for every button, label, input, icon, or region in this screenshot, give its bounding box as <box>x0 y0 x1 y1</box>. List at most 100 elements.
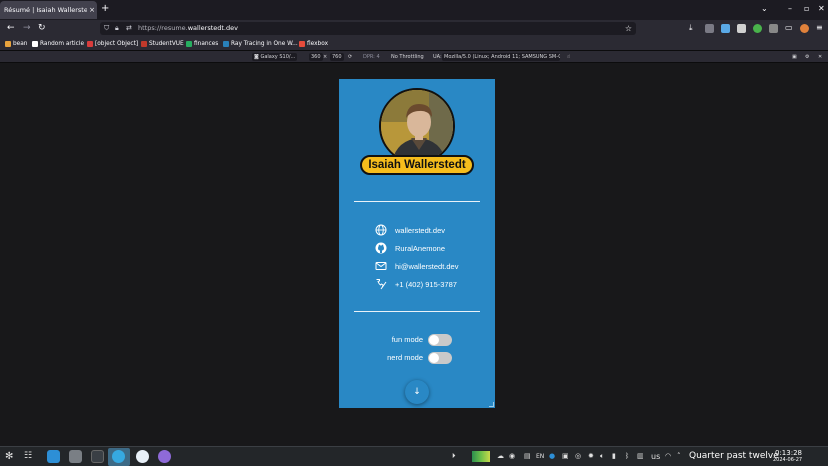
screenshot-icon[interactable]: ▣ <box>792 53 797 61</box>
contact-github[interactable]: RuralAnemone <box>375 242 445 254</box>
bookmark-object-object[interactable]: [object Object] <box>87 39 138 49</box>
full-name: Isaiah Wallerstedt <box>368 159 466 171</box>
menu-icon[interactable]: ≡ <box>816 23 825 32</box>
bookmark-favicon-icon <box>32 41 38 47</box>
tab-list-chevron-icon[interactable]: ⌄ <box>761 3 768 15</box>
browser-app-icon[interactable] <box>112 450 125 463</box>
page-viewport: Isaiah Wallerstedt wallerstedt.dev Rural… <box>0 63 828 446</box>
scroll-down-button[interactable]: ↓ <box>405 380 429 404</box>
rotate-icon[interactable]: ⟳ <box>348 53 352 61</box>
dpr-selector[interactable]: DPR: 4 <box>363 53 380 61</box>
bluetooth-icon[interactable]: ᛒ <box>625 450 629 463</box>
viewport-width-input[interactable]: 360 <box>309 53 323 61</box>
bookmark-studentvue[interactable]: StudentVUE <box>141 39 184 49</box>
resize-handle-icon[interactable] <box>489 402 494 407</box>
notifications-icon[interactable]: ▥ <box>637 450 644 463</box>
media-play-icon[interactable]: ⏵ <box>452 450 456 463</box>
clock-time[interactable]: 0:13:28 <box>775 450 802 457</box>
app-icon[interactable] <box>69 450 82 463</box>
app-launcher-icon[interactable]: ✻ <box>5 450 13 463</box>
website-link[interactable]: wallerstedt.dev <box>395 226 445 235</box>
user-agent-input[interactable]: Mozilla/5.0 (Linux; Android 11; SAMSUNG … <box>442 53 560 61</box>
sidebar-icon[interactable]: ▭ <box>785 23 794 32</box>
device-selector[interactable]: ◙ Galaxy S10/... <box>252 53 298 61</box>
language-indicator[interactable]: EN <box>536 450 544 463</box>
fun-mode-toggle[interactable] <box>428 334 452 346</box>
contact-website[interactable]: wallerstedt.dev <box>375 224 445 236</box>
phone-icon <box>376 279 387 290</box>
extension-icon[interactable] <box>769 24 778 33</box>
extension-icon[interactable] <box>721 24 730 33</box>
ua-label: UA: <box>433 54 442 60</box>
contact-phone[interactable]: +1 (402) 915-3787 <box>375 278 457 290</box>
profile-photo <box>379 88 455 164</box>
tab-resume[interactable]: Résumé | Isaiah Wallerstedt × <box>0 1 97 19</box>
forward-arrow-icon[interactable]: → <box>23 21 31 35</box>
tray-expand-icon[interactable]: ˄ <box>677 450 681 463</box>
times-icon: × <box>323 54 328 60</box>
extension-icon[interactable] <box>737 24 746 33</box>
clipboard-icon[interactable]: ▤ <box>524 450 531 463</box>
settings-gear-icon[interactable]: ⚙ <box>805 53 809 61</box>
url-bar[interactable]: ⛉ 🔒︎ ⇄ https://resume.wallerstedt.dev ☆ <box>100 22 636 35</box>
taskbar: ✻ ☷ ⏵ ☁ ◉ ▤ EN ● ▣ ◎ ✹ 🔈︎ ▮ ᛒ ▥ us ◠ ˄ Q… <box>0 446 828 466</box>
url-text[interactable]: https://resume.wallerstedt.dev <box>138 22 238 35</box>
touch-simulation-icon[interactable]: ☝ <box>567 53 570 61</box>
viewport-height-input[interactable]: 760 <box>330 53 344 61</box>
contact-email[interactable]: hi@wallerstedt.dev <box>375 260 458 272</box>
permissions-icon[interactable]: ⇄ <box>126 22 132 35</box>
close-window-icon[interactable]: ✕ <box>818 3 825 15</box>
tab-strip: Résumé | Isaiah Wallerstedt × + ⌄ – ▫ ✕ <box>0 0 828 20</box>
clock-date[interactable]: 2024-06-27 <box>773 457 802 463</box>
bookmark-finances[interactable]: finances <box>186 39 218 49</box>
bookmark-random-article[interactable]: Random article <box>32 39 84 49</box>
nerd-mode-label: nerd mode <box>387 353 423 362</box>
divider <box>354 311 480 312</box>
battery-icon[interactable]: ▮ <box>612 450 616 463</box>
profile-avatar-icon[interactable] <box>800 24 809 33</box>
app-icon[interactable] <box>136 450 149 463</box>
lock-icon[interactable]: 🔒︎ <box>115 22 119 35</box>
storage-icon[interactable]: ▣ <box>562 450 569 463</box>
close-responsive-icon[interactable]: ✕ <box>818 53 822 61</box>
fuzzy-clock[interactable]: Quarter past twelve <box>689 450 779 463</box>
brightness-icon[interactable]: ✹ <box>588 450 594 463</box>
bookmark-favicon-icon <box>186 41 192 47</box>
nerd-mode-toggle[interactable] <box>428 352 452 364</box>
bookmark-bean[interactable]: bean <box>5 39 27 49</box>
discord-icon[interactable]: ◉ <box>509 450 515 463</box>
fun-mode-label: fun mode <box>391 335 423 344</box>
new-tab-button[interactable]: + <box>101 3 109 15</box>
minimize-icon[interactable]: – <box>788 3 792 15</box>
downloads-icon[interactable]: ⤓ <box>689 23 698 32</box>
volume-icon[interactable]: 🔈︎ <box>600 450 604 463</box>
cloud-icon[interactable]: ☁ <box>497 450 504 463</box>
shield-icon[interactable]: ⛉ <box>104 22 109 35</box>
window-overview-icon[interactable]: ☷ <box>24 450 32 463</box>
app-icon[interactable] <box>158 450 171 463</box>
tab-close-icon[interactable]: × <box>87 6 97 14</box>
name-badge: Isaiah Wallerstedt <box>360 155 474 175</box>
extension-icon[interactable] <box>753 24 762 33</box>
phone-link[interactable]: +1 (402) 915-3787 <box>395 280 457 289</box>
reload-icon[interactable]: ↻ <box>38 21 46 35</box>
github-link[interactable]: RuralAnemone <box>395 244 445 253</box>
vpn-icon[interactable]: ◎ <box>575 450 581 463</box>
back-arrow-icon[interactable]: ← <box>7 21 15 35</box>
file-manager-icon[interactable] <box>47 450 60 463</box>
system-monitor-icon[interactable] <box>472 451 490 462</box>
maximize-icon[interactable]: ▫ <box>804 3 809 15</box>
bookmark-flexbox[interactable]: flexbox <box>299 39 328 49</box>
extension-puzzle-icon[interactable] <box>705 24 714 33</box>
throttling-selector[interactable]: No Throttling <box>391 53 424 61</box>
keyboard-layout[interactable]: us <box>651 450 660 463</box>
bookmarks-toolbar: bean Random article [object Object] Stud… <box>0 37 828 51</box>
bookmark-ray-tracing[interactable]: Ray Tracing in One W... <box>223 39 298 49</box>
divider <box>354 201 480 202</box>
email-link[interactable]: hi@wallerstedt.dev <box>395 262 458 271</box>
terminal-icon[interactable] <box>91 450 104 463</box>
wifi-icon[interactable]: ◠ <box>665 450 671 463</box>
status-icon[interactable]: ● <box>549 450 555 463</box>
bookmark-favicon-icon <box>299 41 305 47</box>
bookmark-star-icon[interactable]: ☆ <box>625 22 632 35</box>
